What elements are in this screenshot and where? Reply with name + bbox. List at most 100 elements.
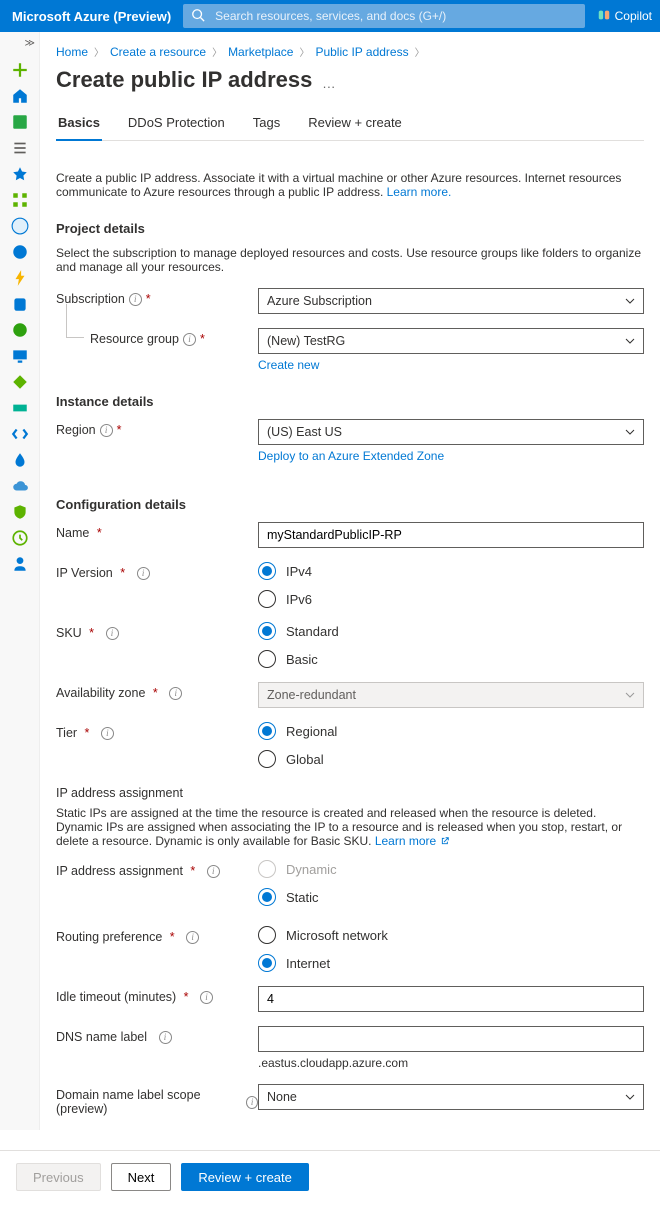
sidebar-dashboard-icon[interactable] [11, 113, 29, 131]
sku-basic-radio[interactable]: Basic [258, 650, 644, 668]
portal-header: Microsoft Azure (Preview) Copilot [0, 0, 660, 32]
chevron-down-icon [625, 690, 635, 700]
more-actions-icon[interactable]: ··· [322, 79, 335, 94]
sidebar-code-icon[interactable] [11, 425, 29, 443]
chevron-down-icon [625, 427, 635, 437]
tab-tags[interactable]: Tags [251, 109, 282, 140]
sidebar-sql-icon[interactable] [11, 295, 29, 313]
idle-label: Idle timeout (minutes) * i [56, 986, 258, 1004]
sidebar-monitor-icon[interactable] [11, 347, 29, 365]
ipv4-radio[interactable]: IPv4 [258, 562, 644, 580]
breadcrumb-home[interactable]: Home [56, 45, 88, 59]
instance-details-heading: Instance details [56, 394, 644, 409]
info-icon[interactable]: i [169, 687, 182, 700]
search-input[interactable] [213, 8, 576, 24]
chevron-right-icon: 〉 [94, 44, 104, 59]
region-label: Region i * [56, 419, 258, 437]
next-button[interactable]: Next [111, 1163, 172, 1191]
tier-global-radio[interactable]: Global [258, 750, 644, 768]
resource-group-label: Resource group i * [56, 328, 258, 346]
sidebar-user-icon[interactable] [11, 555, 29, 573]
sidebar-bolt-icon[interactable] [11, 269, 29, 287]
breadcrumb-create-resource[interactable]: Create a resource [110, 45, 206, 59]
region-select[interactable]: (US) East US [258, 419, 644, 445]
learn-more-link[interactable]: Learn more [375, 834, 450, 848]
extended-zone-link[interactable]: Deploy to an Azure Extended Zone [258, 449, 444, 463]
routing-ms-radio[interactable]: Microsoft network [258, 926, 644, 944]
sidebar-expand-icon[interactable]: ≫ [25, 38, 39, 53]
chevron-right-icon: 〉 [212, 44, 222, 59]
sidebar-grid-icon[interactable] [11, 191, 29, 209]
name-label: Name * [56, 522, 258, 540]
sidebar-drop-icon[interactable] [11, 451, 29, 469]
previous-button: Previous [16, 1163, 101, 1191]
sidebar-shield-icon[interactable] [11, 503, 29, 521]
info-icon[interactable]: i [159, 1031, 172, 1044]
info-icon[interactable]: i [246, 1096, 258, 1109]
main-panel: Home 〉 Create a resource 〉 Marketplace 〉… [40, 32, 660, 1130]
chevron-right-icon: 〉 [299, 44, 309, 59]
page-title: Create public IP address [56, 67, 312, 93]
chevron-right-icon: 〉 [415, 44, 425, 59]
project-details-help: Select the subscription to manage deploy… [56, 246, 644, 274]
info-icon[interactable]: i [186, 931, 199, 944]
sidebar-globe-icon[interactable] [11, 243, 29, 261]
breadcrumb: Home 〉 Create a resource 〉 Marketplace 〉… [56, 36, 644, 63]
create-new-link[interactable]: Create new [258, 358, 319, 372]
dns-name-input[interactable] [258, 1026, 644, 1052]
availability-zone-select: Zone-redundant [258, 682, 644, 708]
sku-standard-radio[interactable]: Standard [258, 622, 644, 640]
idle-timeout-input[interactable] [258, 986, 644, 1012]
sidebar-star-icon[interactable] [11, 165, 29, 183]
brand[interactable]: Microsoft Azure (Preview) [8, 9, 171, 24]
tab-review[interactable]: Review + create [306, 109, 404, 140]
tier-regional-radio[interactable]: Regional [258, 722, 644, 740]
sidebar-clock-icon[interactable] [11, 529, 29, 547]
dns-label: DNS name label i [56, 1026, 258, 1044]
assignment-desc: Static IPs are assigned at the time the … [56, 806, 644, 848]
sidebar-circle-icon[interactable] [11, 217, 29, 235]
routing-internet-radio[interactable]: Internet [258, 954, 644, 972]
copilot-button[interactable]: Copilot [597, 8, 652, 25]
tier-label: Tier * i [56, 722, 258, 740]
left-sidebar: ≫ [0, 32, 40, 1130]
sidebar-cosmos-icon[interactable] [11, 321, 29, 339]
global-search[interactable] [183, 4, 584, 28]
ipv6-radio[interactable]: IPv6 [258, 590, 644, 608]
name-input[interactable] [258, 522, 644, 548]
routing-label: Routing preference * i [56, 926, 258, 944]
chevron-down-icon [625, 336, 635, 346]
subscription-select[interactable]: Azure Subscription [258, 288, 644, 314]
learn-more-link[interactable]: Learn more. [387, 185, 452, 199]
info-icon[interactable]: i [100, 424, 113, 437]
sidebar-create-icon[interactable] [11, 61, 29, 79]
sidebar-cloud-icon[interactable] [11, 477, 29, 495]
availability-zone-label: Availability zone * i [56, 682, 258, 700]
assignment-static-radio[interactable]: Static [258, 888, 644, 906]
copilot-icon [597, 8, 611, 25]
tab-ddos[interactable]: DDoS Protection [126, 109, 227, 140]
info-icon[interactable]: i [183, 333, 196, 346]
sidebar-list-icon[interactable] [11, 139, 29, 157]
sidebar-diamond-icon[interactable] [11, 373, 29, 391]
breadcrumb-public-ip[interactable]: Public IP address [315, 45, 408, 59]
tabs: Basics DDoS Protection Tags Review + cre… [56, 109, 644, 141]
tab-basics[interactable]: Basics [56, 109, 102, 140]
assignment-dynamic-radio: Dynamic [258, 860, 644, 878]
review-create-button[interactable]: Review + create [181, 1163, 309, 1191]
info-icon[interactable]: i [137, 567, 150, 580]
info-icon[interactable]: i [200, 991, 213, 1004]
breadcrumb-marketplace[interactable]: Marketplace [228, 45, 293, 59]
info-icon[interactable]: i [106, 627, 119, 640]
config-heading: Configuration details [56, 497, 644, 512]
info-icon[interactable]: i [101, 727, 114, 740]
scope-label: Domain name label scope (preview) i [56, 1084, 258, 1116]
sidebar-home-icon[interactable] [11, 87, 29, 105]
info-icon[interactable]: i [129, 293, 142, 306]
resource-group-select[interactable]: (New) TestRG [258, 328, 644, 354]
intro-text: Create a public IP address. Associate it… [56, 171, 644, 199]
scope-select[interactable]: None [258, 1084, 644, 1110]
project-details-heading: Project details [56, 221, 644, 236]
info-icon[interactable]: i [207, 865, 220, 878]
sidebar-teal-icon[interactable] [11, 399, 29, 417]
